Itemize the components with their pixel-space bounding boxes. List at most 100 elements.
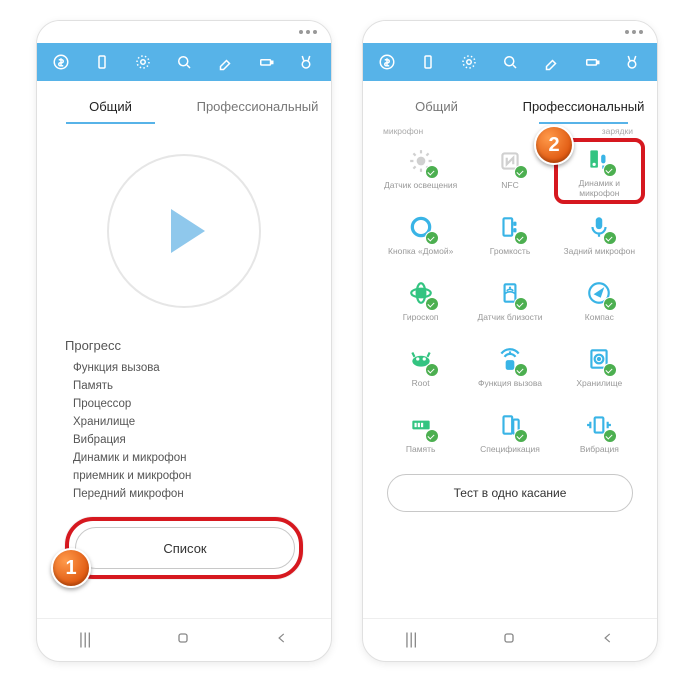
grid-item-compass[interactable]: Компас [556, 272, 643, 334]
storage-icon [584, 344, 614, 374]
rabbit-icon[interactable] [621, 51, 643, 73]
check-icon [425, 165, 439, 179]
grid-item-label: Функция вызова [478, 378, 542, 398]
root-icon [406, 344, 436, 374]
nav-home-icon[interactable] [501, 630, 517, 651]
proximity-icon [495, 278, 525, 308]
check-icon [425, 231, 439, 245]
check-icon [603, 163, 617, 177]
nav-recent-icon[interactable]: ||| [405, 631, 417, 649]
check-icon [603, 429, 617, 443]
call-signal-icon [495, 344, 525, 374]
grid-item-label: NFC [501, 180, 518, 200]
grid-item-proximity[interactable]: Датчик близости [466, 272, 553, 334]
grid-item-label: Спецификация [480, 444, 540, 464]
search-icon[interactable] [173, 51, 195, 73]
status-bar [363, 21, 657, 43]
nav-back-icon[interactable] [601, 631, 615, 650]
grid-item-label: Датчик освещения [384, 180, 457, 200]
play-icon [171, 209, 205, 253]
toolbar [37, 43, 331, 81]
nav-back-icon[interactable] [275, 631, 289, 650]
gyro-icon [406, 278, 436, 308]
spec-icon [495, 410, 525, 440]
status-bar [37, 21, 331, 43]
section-label-left: микрофон [383, 126, 423, 136]
nav-recent-icon[interactable]: ||| [79, 631, 91, 649]
grid-item-label: Хранилище [576, 378, 622, 398]
gear-icon[interactable] [458, 51, 480, 73]
check-icon [603, 363, 617, 377]
section-label-right: зарядки [602, 126, 633, 136]
sun-icon [406, 146, 436, 176]
nfc-icon [495, 146, 525, 176]
list-button[interactable]: Список [75, 527, 295, 569]
tabs: Общий Профессиональный [363, 81, 657, 124]
gear-icon[interactable] [132, 51, 154, 73]
progress-title: Прогресс [65, 338, 313, 353]
test-grid: Датчик освещения NFC Динамик и микрофон … [373, 140, 647, 466]
progress-item: Передний микрофон [73, 485, 313, 503]
mic-icon [584, 212, 614, 242]
grid-item-label: Вибрация [580, 444, 619, 464]
compass-icon [584, 278, 614, 308]
play-button[interactable] [107, 154, 261, 308]
grid-item-label: Компас [585, 312, 614, 332]
grid-item-memory[interactable]: Память [377, 404, 464, 466]
tabs: Общий Профессиональный [37, 81, 331, 124]
check-icon [425, 297, 439, 311]
progress-item: Функция вызова [73, 359, 313, 377]
check-icon [514, 363, 528, 377]
brush-icon[interactable] [540, 51, 562, 73]
dollar-icon[interactable] [50, 51, 72, 73]
check-icon [603, 231, 617, 245]
grid-item-label: Динамик и микрофон [558, 178, 641, 198]
android-nav: ||| [37, 618, 331, 661]
volume-icon [495, 212, 525, 242]
annotation-badge-1: 1 [51, 548, 91, 588]
check-icon [425, 363, 439, 377]
dollar-icon[interactable] [376, 51, 398, 73]
check-icon [603, 297, 617, 311]
grid-item-label: Память [406, 444, 436, 464]
memory-icon [406, 410, 436, 440]
annotation-badge-2: 2 [534, 125, 574, 165]
brush-icon[interactable] [214, 51, 236, 73]
check-icon [514, 297, 528, 311]
tab-general[interactable]: Общий [37, 91, 184, 124]
grid-item-label: Root [412, 378, 430, 398]
grid-item-call-signal[interactable]: Функция вызова [466, 338, 553, 400]
tab-general[interactable]: Общий [363, 91, 510, 124]
grid-item-gyro[interactable]: Гироскоп [377, 272, 464, 334]
grid-item-mic[interactable]: Задний микрофон [556, 206, 643, 268]
check-icon [425, 429, 439, 443]
search-icon[interactable] [499, 51, 521, 73]
phone-icon[interactable] [417, 51, 439, 73]
grid-item-spec[interactable]: Спецификация [466, 404, 553, 466]
grid-item-home-circle[interactable]: Кнопка «Домой» [377, 206, 464, 268]
test-one-touch-button[interactable]: Тест в одно касание [387, 474, 633, 512]
grid-item-label: Задний микрофон [564, 246, 636, 266]
grid-item-sun[interactable]: Датчик освещения [377, 140, 464, 202]
grid-item-label: Датчик близости [477, 312, 542, 332]
android-nav: ||| [363, 618, 657, 661]
phone-right: Общий Профессиональный микрофон зарядки … [362, 20, 658, 662]
nav-home-icon[interactable] [175, 630, 191, 651]
check-icon [514, 429, 528, 443]
grid-item-vibration[interactable]: Вибрация [556, 404, 643, 466]
grid-item-volume[interactable]: Громкость [466, 206, 553, 268]
progress-item: Динамик и микрофон [73, 449, 313, 467]
tab-pro[interactable]: Профессиональный [184, 91, 331, 124]
list-button-highlight: Список [65, 517, 303, 579]
grid-item-root[interactable]: Root [377, 338, 464, 400]
tab-pro[interactable]: Профессиональный [510, 91, 657, 124]
grid-item-label: Гироскоп [403, 312, 439, 332]
grid-item-storage[interactable]: Хранилище [556, 338, 643, 400]
battery-icon[interactable] [255, 51, 277, 73]
battery-icon[interactable] [581, 51, 603, 73]
speaker-mic-icon [584, 144, 614, 174]
phone-icon[interactable] [91, 51, 113, 73]
check-icon [514, 165, 528, 179]
rabbit-icon[interactable] [295, 51, 317, 73]
progress-item: Память [73, 377, 313, 395]
